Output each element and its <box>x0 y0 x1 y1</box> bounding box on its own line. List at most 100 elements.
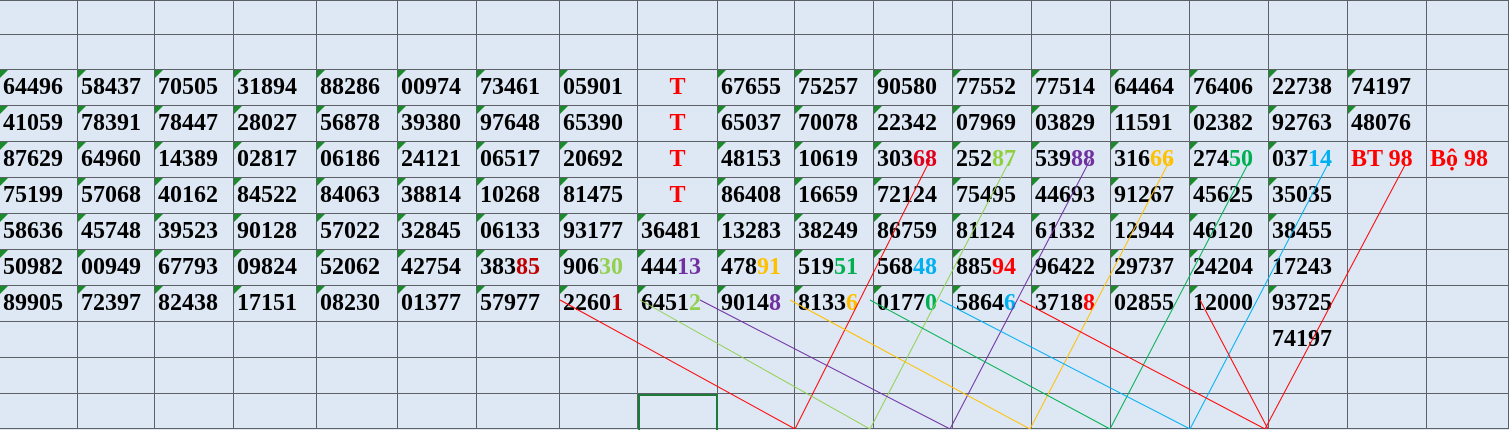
number-cell[interactable]: 11591 <box>1111 106 1190 142</box>
empty-cell[interactable] <box>1032 0 1111 35</box>
number-cell[interactable]: 44693 <box>1032 178 1111 214</box>
empty-cell[interactable] <box>638 322 718 358</box>
number-cell[interactable]: 48153 <box>718 142 795 178</box>
empty-cell[interactable] <box>155 358 234 394</box>
empty-cell[interactable] <box>1427 322 1509 358</box>
empty-cell[interactable] <box>234 35 317 70</box>
number-cell[interactable]: 22738 <box>1269 70 1348 106</box>
number-cell[interactable]: 84522 <box>234 178 317 214</box>
empty-cell[interactable] <box>317 322 398 358</box>
empty-cell[interactable] <box>477 0 560 35</box>
number-cell[interactable]: 58437 <box>78 70 155 106</box>
empty-cell[interactable] <box>1427 178 1509 214</box>
empty-cell[interactable] <box>0 322 78 358</box>
empty-cell[interactable] <box>1427 250 1509 286</box>
number-cell[interactable]: 96422 <box>1032 250 1111 286</box>
number-cell[interactable]: 65390 <box>560 106 638 142</box>
empty-cell[interactable] <box>317 0 398 35</box>
empty-cell[interactable] <box>155 0 234 35</box>
empty-cell[interactable] <box>874 35 953 70</box>
empty-cell[interactable] <box>718 358 795 394</box>
number-cell[interactable]: 78447 <box>155 106 234 142</box>
empty-cell[interactable] <box>1427 286 1509 322</box>
empty-cell[interactable] <box>0 0 78 35</box>
empty-cell[interactable] <box>234 0 317 35</box>
number-cell[interactable]: 74197 <box>1348 70 1427 106</box>
number-cell[interactable]: 81124 <box>953 214 1032 250</box>
empty-cell[interactable] <box>1348 0 1427 35</box>
number-cell[interactable]: 57068 <box>78 178 155 214</box>
empty-cell[interactable] <box>1190 394 1269 429</box>
empty-cell[interactable] <box>78 394 155 429</box>
empty-cell[interactable] <box>718 322 795 358</box>
empty-cell[interactable] <box>1032 35 1111 70</box>
empty-cell[interactable] <box>155 394 234 429</box>
number-cell[interactable]: 28027 <box>234 106 317 142</box>
empty-cell[interactable] <box>78 358 155 394</box>
empty-cell[interactable] <box>1111 35 1190 70</box>
number-cell[interactable]: 52062 <box>317 250 398 286</box>
number-cell[interactable]: 88594 <box>953 250 1032 286</box>
number-cell[interactable]: 03829 <box>1032 106 1111 142</box>
number-cell[interactable]: 00949 <box>78 250 155 286</box>
empty-cell[interactable] <box>1348 35 1427 70</box>
empty-cell[interactable] <box>0 394 78 429</box>
empty-cell[interactable] <box>953 322 1032 358</box>
marker-cell[interactable]: T <box>638 142 718 178</box>
empty-cell[interactable] <box>1190 0 1269 35</box>
empty-cell[interactable] <box>398 322 477 358</box>
number-cell[interactable]: 67655 <box>718 70 795 106</box>
empty-cell[interactable] <box>234 322 317 358</box>
number-cell[interactable]: 42754 <box>398 250 477 286</box>
empty-cell[interactable] <box>1190 322 1269 358</box>
empty-cell[interactable] <box>477 322 560 358</box>
number-cell[interactable]: 25287 <box>953 142 1032 178</box>
empty-cell[interactable] <box>398 0 477 35</box>
empty-cell[interactable] <box>560 394 638 429</box>
spreadsheet-grid[interactable]: 64496 58437 70505 31894 88286 00974 73461 05901… <box>0 0 1509 430</box>
marker-cell[interactable]: T <box>638 106 718 142</box>
number-cell[interactable]: 05901 <box>560 70 638 106</box>
number-cell[interactable]: 77514 <box>1032 70 1111 106</box>
number-cell[interactable]: 24121 <box>398 142 477 178</box>
number-cell[interactable]: 16659 <box>795 178 874 214</box>
number-cell[interactable]: 57022 <box>317 214 398 250</box>
empty-cell[interactable] <box>234 394 317 429</box>
result-label-cell[interactable]: Bộ 98 <box>1427 142 1509 178</box>
number-cell[interactable]: 17243 <box>1269 250 1348 286</box>
number-cell[interactable]: 50982 <box>0 250 78 286</box>
number-cell[interactable]: 12944 <box>1111 214 1190 250</box>
empty-cell[interactable] <box>1111 322 1190 358</box>
number-cell[interactable]: 27450 <box>1190 142 1269 178</box>
empty-cell[interactable] <box>1427 394 1509 429</box>
marker-cell[interactable]: T <box>638 178 718 214</box>
number-cell[interactable]: 38455 <box>1269 214 1348 250</box>
empty-cell[interactable] <box>78 35 155 70</box>
number-cell[interactable]: 61332 <box>1032 214 1111 250</box>
empty-cell[interactable] <box>560 358 638 394</box>
number-cell[interactable]: 87629 <box>0 142 78 178</box>
number-cell[interactable]: 07969 <box>953 106 1032 142</box>
number-cell[interactable]: 82438 <box>155 286 234 322</box>
empty-cell[interactable] <box>398 35 477 70</box>
empty-cell[interactable] <box>795 322 874 358</box>
empty-cell[interactable] <box>477 358 560 394</box>
empty-cell[interactable] <box>874 394 953 429</box>
empty-cell[interactable] <box>155 322 234 358</box>
number-cell[interactable]: 20692 <box>560 142 638 178</box>
number-cell[interactable]: 45748 <box>78 214 155 250</box>
empty-cell[interactable] <box>1427 35 1509 70</box>
number-cell[interactable]: 03714 <box>1269 142 1348 178</box>
number-cell[interactable]: 14389 <box>155 142 234 178</box>
empty-cell[interactable] <box>1427 70 1509 106</box>
empty-cell[interactable] <box>1427 0 1509 35</box>
empty-cell[interactable] <box>0 358 78 394</box>
empty-cell[interactable] <box>78 0 155 35</box>
number-cell[interactable]: 64960 <box>78 142 155 178</box>
number-cell[interactable]: 01377 <box>398 286 477 322</box>
number-cell[interactable]: 30368 <box>874 142 953 178</box>
number-cell[interactable]: 06186 <box>317 142 398 178</box>
empty-cell[interactable] <box>234 358 317 394</box>
empty-cell[interactable] <box>1111 0 1190 35</box>
number-cell[interactable]: 45625 <box>1190 178 1269 214</box>
